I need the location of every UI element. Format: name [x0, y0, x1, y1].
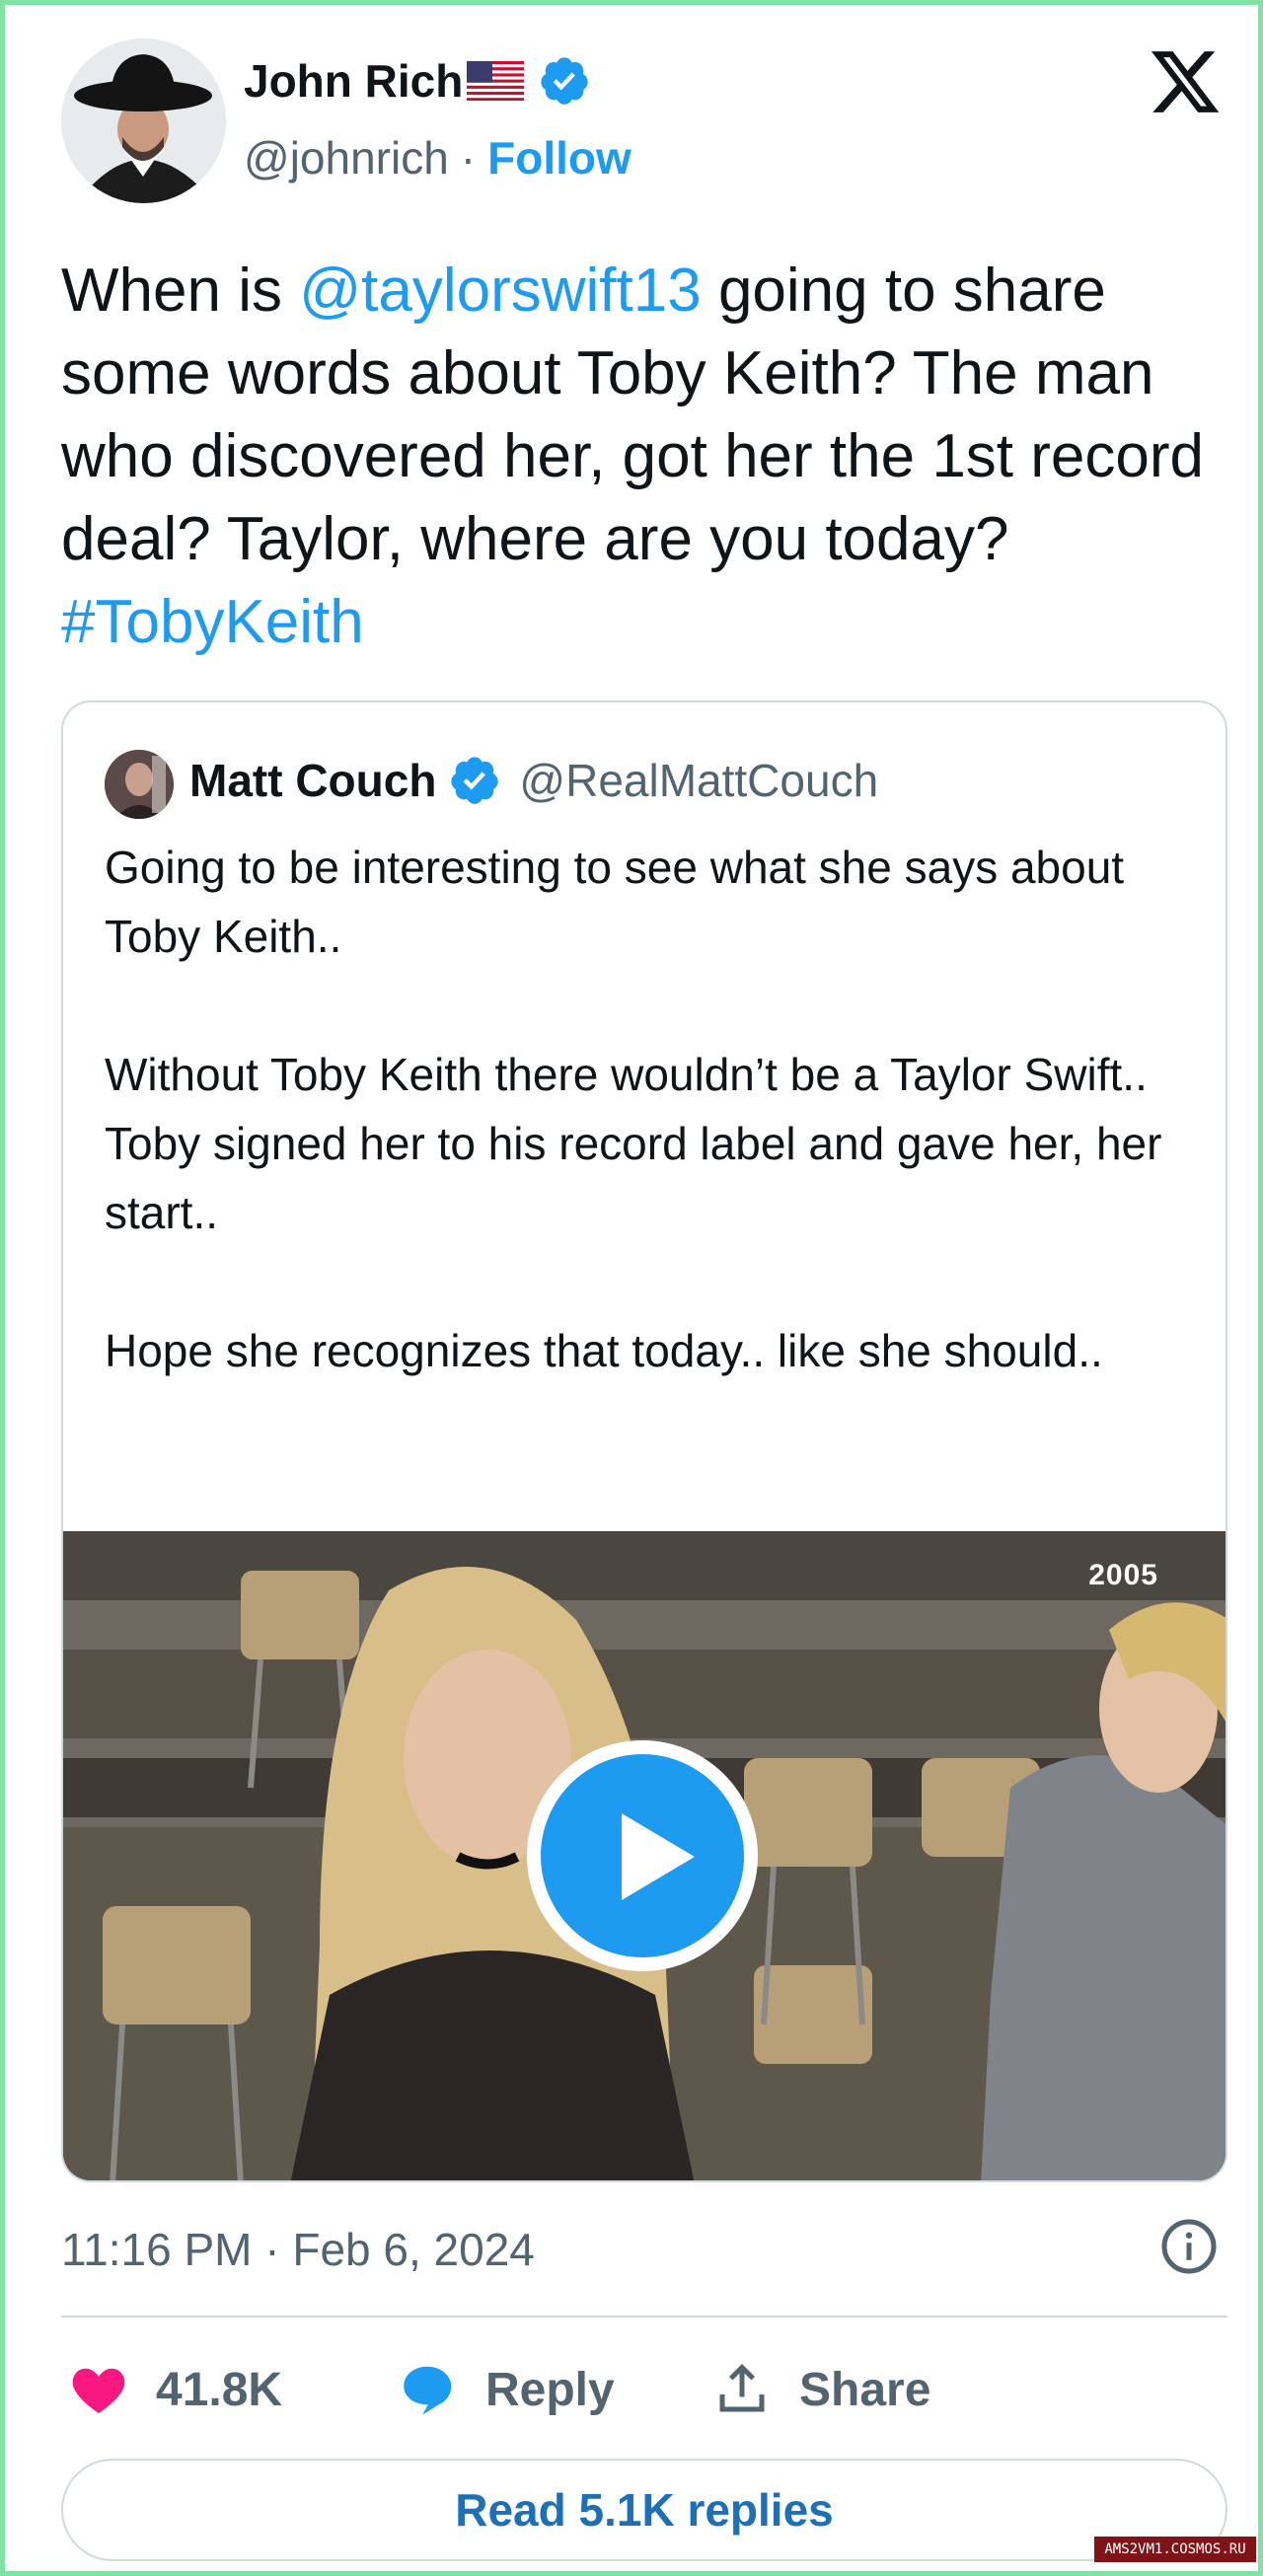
us-flag-icon — [467, 61, 525, 101]
quoted-paragraph: Going to be interesting to see what she … — [105, 842, 1125, 962]
action-bar: 41.8K Reply Share — [61, 2355, 1227, 2424]
share-label: Share — [799, 2363, 931, 2416]
reply-button[interactable]: Reply — [397, 2355, 615, 2424]
author-name-row: John Rich — [244, 54, 591, 108]
separator-dot: · — [460, 132, 477, 184]
quoted-author-row: Matt Couch @RealMattCouch — [189, 754, 878, 807]
hashtag-link[interactable]: #TobyKeith — [61, 588, 364, 656]
quoted-tweet-text: Going to be interesting to see what she … — [105, 833, 1190, 1385]
quoted-author-name[interactable]: Matt Couch — [189, 754, 436, 807]
share-button[interactable]: Share — [712, 2355, 930, 2424]
verified-badge-icon — [538, 54, 591, 108]
author-name[interactable]: John Rich — [244, 54, 463, 108]
author-handle-row: @johnrich · Follow — [244, 131, 632, 184]
quoted-author-avatar[interactable] — [105, 750, 174, 819]
mention-link[interactable]: @taylorswift13 — [299, 257, 702, 325]
reply-bubble-icon — [404, 2366, 452, 2415]
watermark: AMS2VM1.COSMOS.RU — [1094, 2537, 1256, 2562]
quoted-paragraph: Without Toby Keith there wouldn’t be a T… — [105, 1049, 1162, 1238]
reply-label: Reply — [485, 2363, 615, 2416]
like-count: 41.8K — [156, 2363, 283, 2416]
tweet-text-prefix: When is — [61, 257, 300, 325]
verified-badge-icon — [448, 754, 501, 807]
play-icon — [541, 1754, 744, 1957]
read-replies-button[interactable]: Read 5.1K replies — [61, 2459, 1227, 2561]
x-logo-icon[interactable] — [1148, 44, 1223, 119]
play-triangle — [622, 1813, 695, 1900]
quoted-paragraph: Hope she recognizes that today.. like sh… — [105, 1325, 1103, 1376]
quoted-tweet-card[interactable]: Matt Couch @RealMattCouch Going to be in… — [61, 700, 1227, 2182]
heart-icon — [72, 2368, 125, 2413]
author-handle[interactable]: @johnrich — [244, 131, 449, 184]
author-avatar[interactable] — [61, 38, 226, 203]
tweet-timestamp[interactable]: 11:16 PM · Feb 6, 2024 — [61, 2223, 535, 2276]
share-icon — [719, 2363, 765, 2412]
video-player[interactable]: 2005 — [63, 1531, 1226, 2180]
like-button[interactable]: 41.8K — [69, 2355, 282, 2424]
tweet-embed-frame: John Rich @johnrich · Follow When is @ta… — [0, 0, 1263, 2576]
tweet-text: When is @taylorswift13 going to share so… — [61, 250, 1226, 664]
divider — [61, 2316, 1227, 2318]
video-year-caption: 2005 — [1088, 1559, 1158, 1591]
play-button[interactable] — [527, 1740, 758, 1971]
follow-button[interactable]: Follow — [487, 131, 632, 184]
quoted-author-handle[interactable]: @RealMattCouch — [519, 754, 878, 807]
info-icon[interactable] — [1159, 2217, 1219, 2276]
